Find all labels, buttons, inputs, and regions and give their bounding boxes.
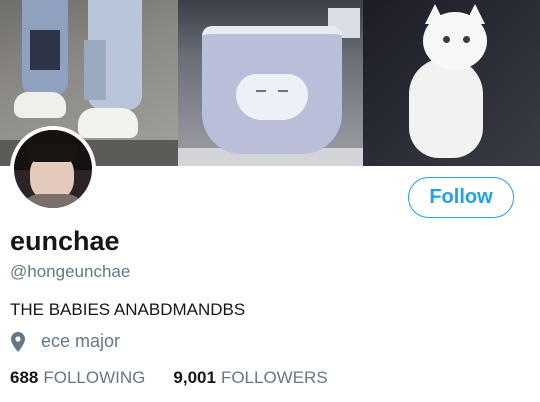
following-stat[interactable]: 688 FOLLOWING: [10, 368, 145, 388]
following-count: 688: [10, 368, 39, 387]
follow-button[interactable]: Follow: [408, 177, 514, 218]
map-pin-icon: [11, 331, 25, 352]
profile-stats: 688 FOLLOWING 9,001 FOLLOWERS: [10, 368, 356, 388]
banner-image-cup: [178, 0, 363, 166]
profile-bio: THE BABIES ANABDMANDBS: [10, 300, 246, 319]
following-label: FOLLOWING: [43, 368, 146, 387]
banner-image-cat: [363, 0, 540, 166]
location-text: ece major: [41, 331, 121, 351]
display-name: eunchae: [10, 226, 120, 256]
followers-stat[interactable]: 9,001 FOLLOWERS: [173, 368, 327, 388]
avatar[interactable]: [10, 126, 96, 212]
followers-count: 9,001: [173, 368, 216, 387]
followers-label: FOLLOWERS: [220, 368, 328, 387]
user-handle: @hongeunchae: [10, 262, 131, 281]
profile-location: ece major: [10, 331, 120, 352]
